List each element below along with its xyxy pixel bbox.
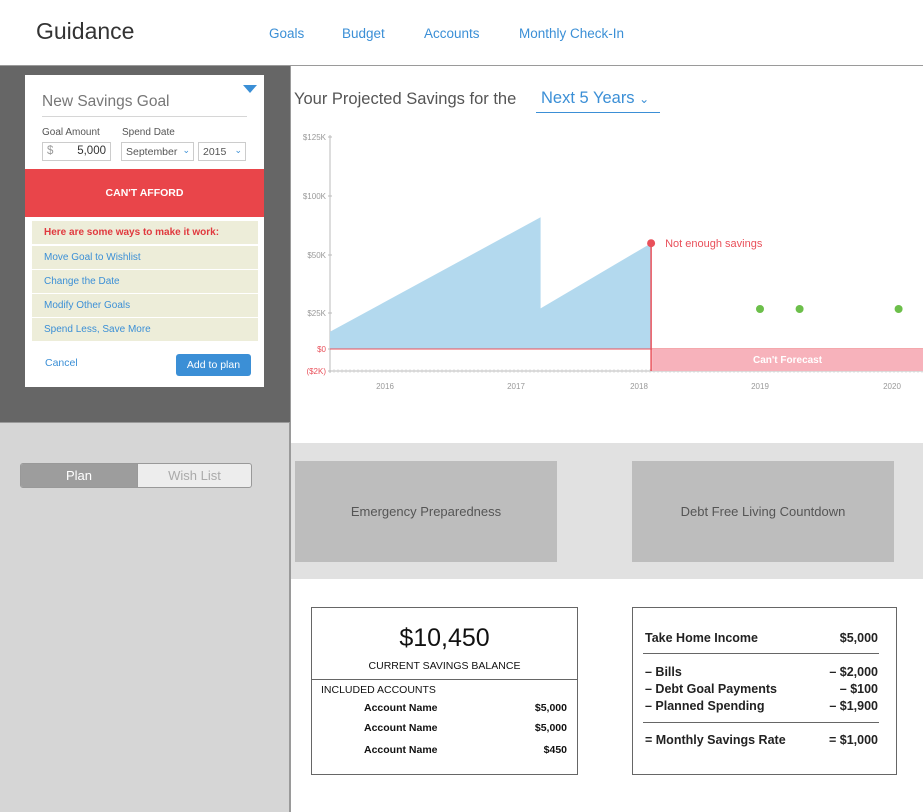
goal-amount-input[interactable]: $ 5,000: [42, 142, 111, 161]
spend-month-value: September: [126, 146, 178, 158]
header: Guidance Goals Budget Accounts Monthly C…: [0, 0, 923, 66]
suggestions-title: Here are some ways to make it work:: [32, 221, 258, 246]
take-home-label: Take Home Income: [645, 631, 759, 645]
chevron-down-icon: ⌄: [234, 145, 242, 155]
savings-balance: $10,450: [399, 624, 490, 652]
savings-area: [330, 217, 652, 349]
projection-title: Your Projected Savings for the: [294, 90, 517, 108]
account-value: $5,000: [534, 702, 567, 714]
period-value: Next 5 Years: [541, 89, 635, 107]
toggle-plan[interactable]: Plan: [21, 464, 137, 487]
account-name: Account Name: [364, 722, 438, 734]
divider: [643, 722, 879, 723]
spend-month-select[interactable]: September ⌄: [121, 142, 194, 161]
y-tick-label: $125K: [303, 133, 327, 142]
toggle-wishlist[interactable]: Wish List: [137, 464, 251, 487]
collapse-caret-icon[interactable]: [243, 85, 257, 93]
suggestions-list: Here are some ways to make it work: Move…: [32, 221, 258, 342]
savings-rate-value: = $1,000: [828, 733, 878, 747]
y-tick-label: $25K: [307, 309, 326, 318]
cant-forecast-label: Can't Forecast: [753, 355, 823, 366]
currency-symbol: $: [47, 145, 54, 157]
nav-accounts[interactable]: Accounts: [424, 26, 480, 41]
x-tick-label: 2019: [751, 382, 769, 391]
account-value: $450: [543, 744, 567, 756]
nav-budget[interactable]: Budget: [342, 26, 385, 41]
bills-label: – Bills: [645, 665, 682, 679]
goal-amount-value: 5,000: [77, 145, 106, 157]
milestone-dot: [894, 305, 903, 313]
x-tick-label: 2020: [883, 382, 901, 391]
option-change-date[interactable]: Change the Date: [32, 270, 258, 294]
divider: [643, 653, 879, 654]
nav-goals[interactable]: Goals: [269, 26, 304, 41]
goal-name-input[interactable]: New Savings Goal: [42, 93, 247, 117]
option-spend-less[interactable]: Spend Less, Save More: [32, 318, 258, 342]
nav-monthly-checkin[interactable]: Monthly Check-In: [519, 26, 624, 41]
warning-marker: [647, 239, 656, 248]
y-tick-label: $0: [317, 345, 326, 354]
period-select[interactable]: Next 5 Years ⌄: [536, 89, 660, 113]
account-name: Account Name: [364, 702, 438, 714]
debt-free-card[interactable]: Debt Free Living Countdown: [632, 461, 894, 562]
planned-spending-value: – $1,900: [829, 699, 878, 713]
chevron-down-icon: ⌄: [182, 145, 190, 155]
y-tick-label: $50K: [307, 251, 326, 260]
spend-year-select[interactable]: 2015 ⌄: [198, 142, 246, 161]
x-tick-label: 2016: [376, 382, 394, 391]
x-tick-label: 2018: [630, 382, 648, 391]
new-goal-card: New Savings Goal Goal Amount Spend Date …: [25, 75, 264, 387]
account-name: Account Name: [364, 744, 438, 756]
goal-amount-label: Goal Amount: [42, 127, 100, 138]
savings-chart: $125K $100K $50K $25K $0 ($2K) Can't Forecast N…: [303, 133, 923, 391]
milestone-dot: [795, 305, 804, 313]
cancel-link[interactable]: Cancel: [45, 357, 78, 369]
debt-payments-label: – Debt Goal Payments: [645, 682, 777, 696]
option-modify-goals[interactable]: Modify Other Goals: [32, 294, 258, 318]
chevron-down-icon: ⌄: [639, 92, 650, 106]
y-tick-label: $100K: [303, 192, 327, 201]
savings-balance-box: $10,450 CURRENT SAVINGS BALANCE INCLUDED…: [311, 607, 578, 775]
take-home-value: $5,000: [839, 631, 878, 645]
x-tick-label: 2017: [507, 382, 525, 391]
cant-afford-banner: CAN'T AFFORD: [25, 169, 264, 217]
app-logo: Guidance: [36, 18, 135, 44]
savings-balance-label: CURRENT SAVINGS BALANCE: [368, 660, 521, 672]
option-move-to-wishlist[interactable]: Move Goal to Wishlist: [32, 246, 258, 270]
divider: [312, 679, 577, 680]
y-tick-label: ($2K): [306, 367, 326, 376]
savings-rate-label: = Monthly Savings Rate: [645, 733, 786, 747]
account-value: $5,000: [534, 722, 567, 734]
bills-value: – $2,000: [829, 665, 878, 679]
included-accounts-label: INCLUDED ACCOUNTS: [321, 684, 436, 696]
planned-spending-label: – Planned Spending: [645, 699, 765, 713]
debt-payments-value: – $100: [839, 682, 878, 696]
warning-label: Not enough savings: [665, 238, 763, 250]
plan-wishlist-toggle: Plan Wish List: [20, 463, 252, 488]
milestone-dot: [756, 305, 764, 313]
emergency-preparedness-card[interactable]: Emergency Preparedness: [295, 461, 557, 562]
spend-date-label: Spend Date: [122, 127, 175, 138]
add-to-plan-button[interactable]: Add to plan: [176, 354, 251, 376]
income-breakdown-box: Take Home Income $5,000 – Bills – $2,000…: [632, 607, 897, 775]
spend-year-value: 2015: [203, 146, 227, 158]
